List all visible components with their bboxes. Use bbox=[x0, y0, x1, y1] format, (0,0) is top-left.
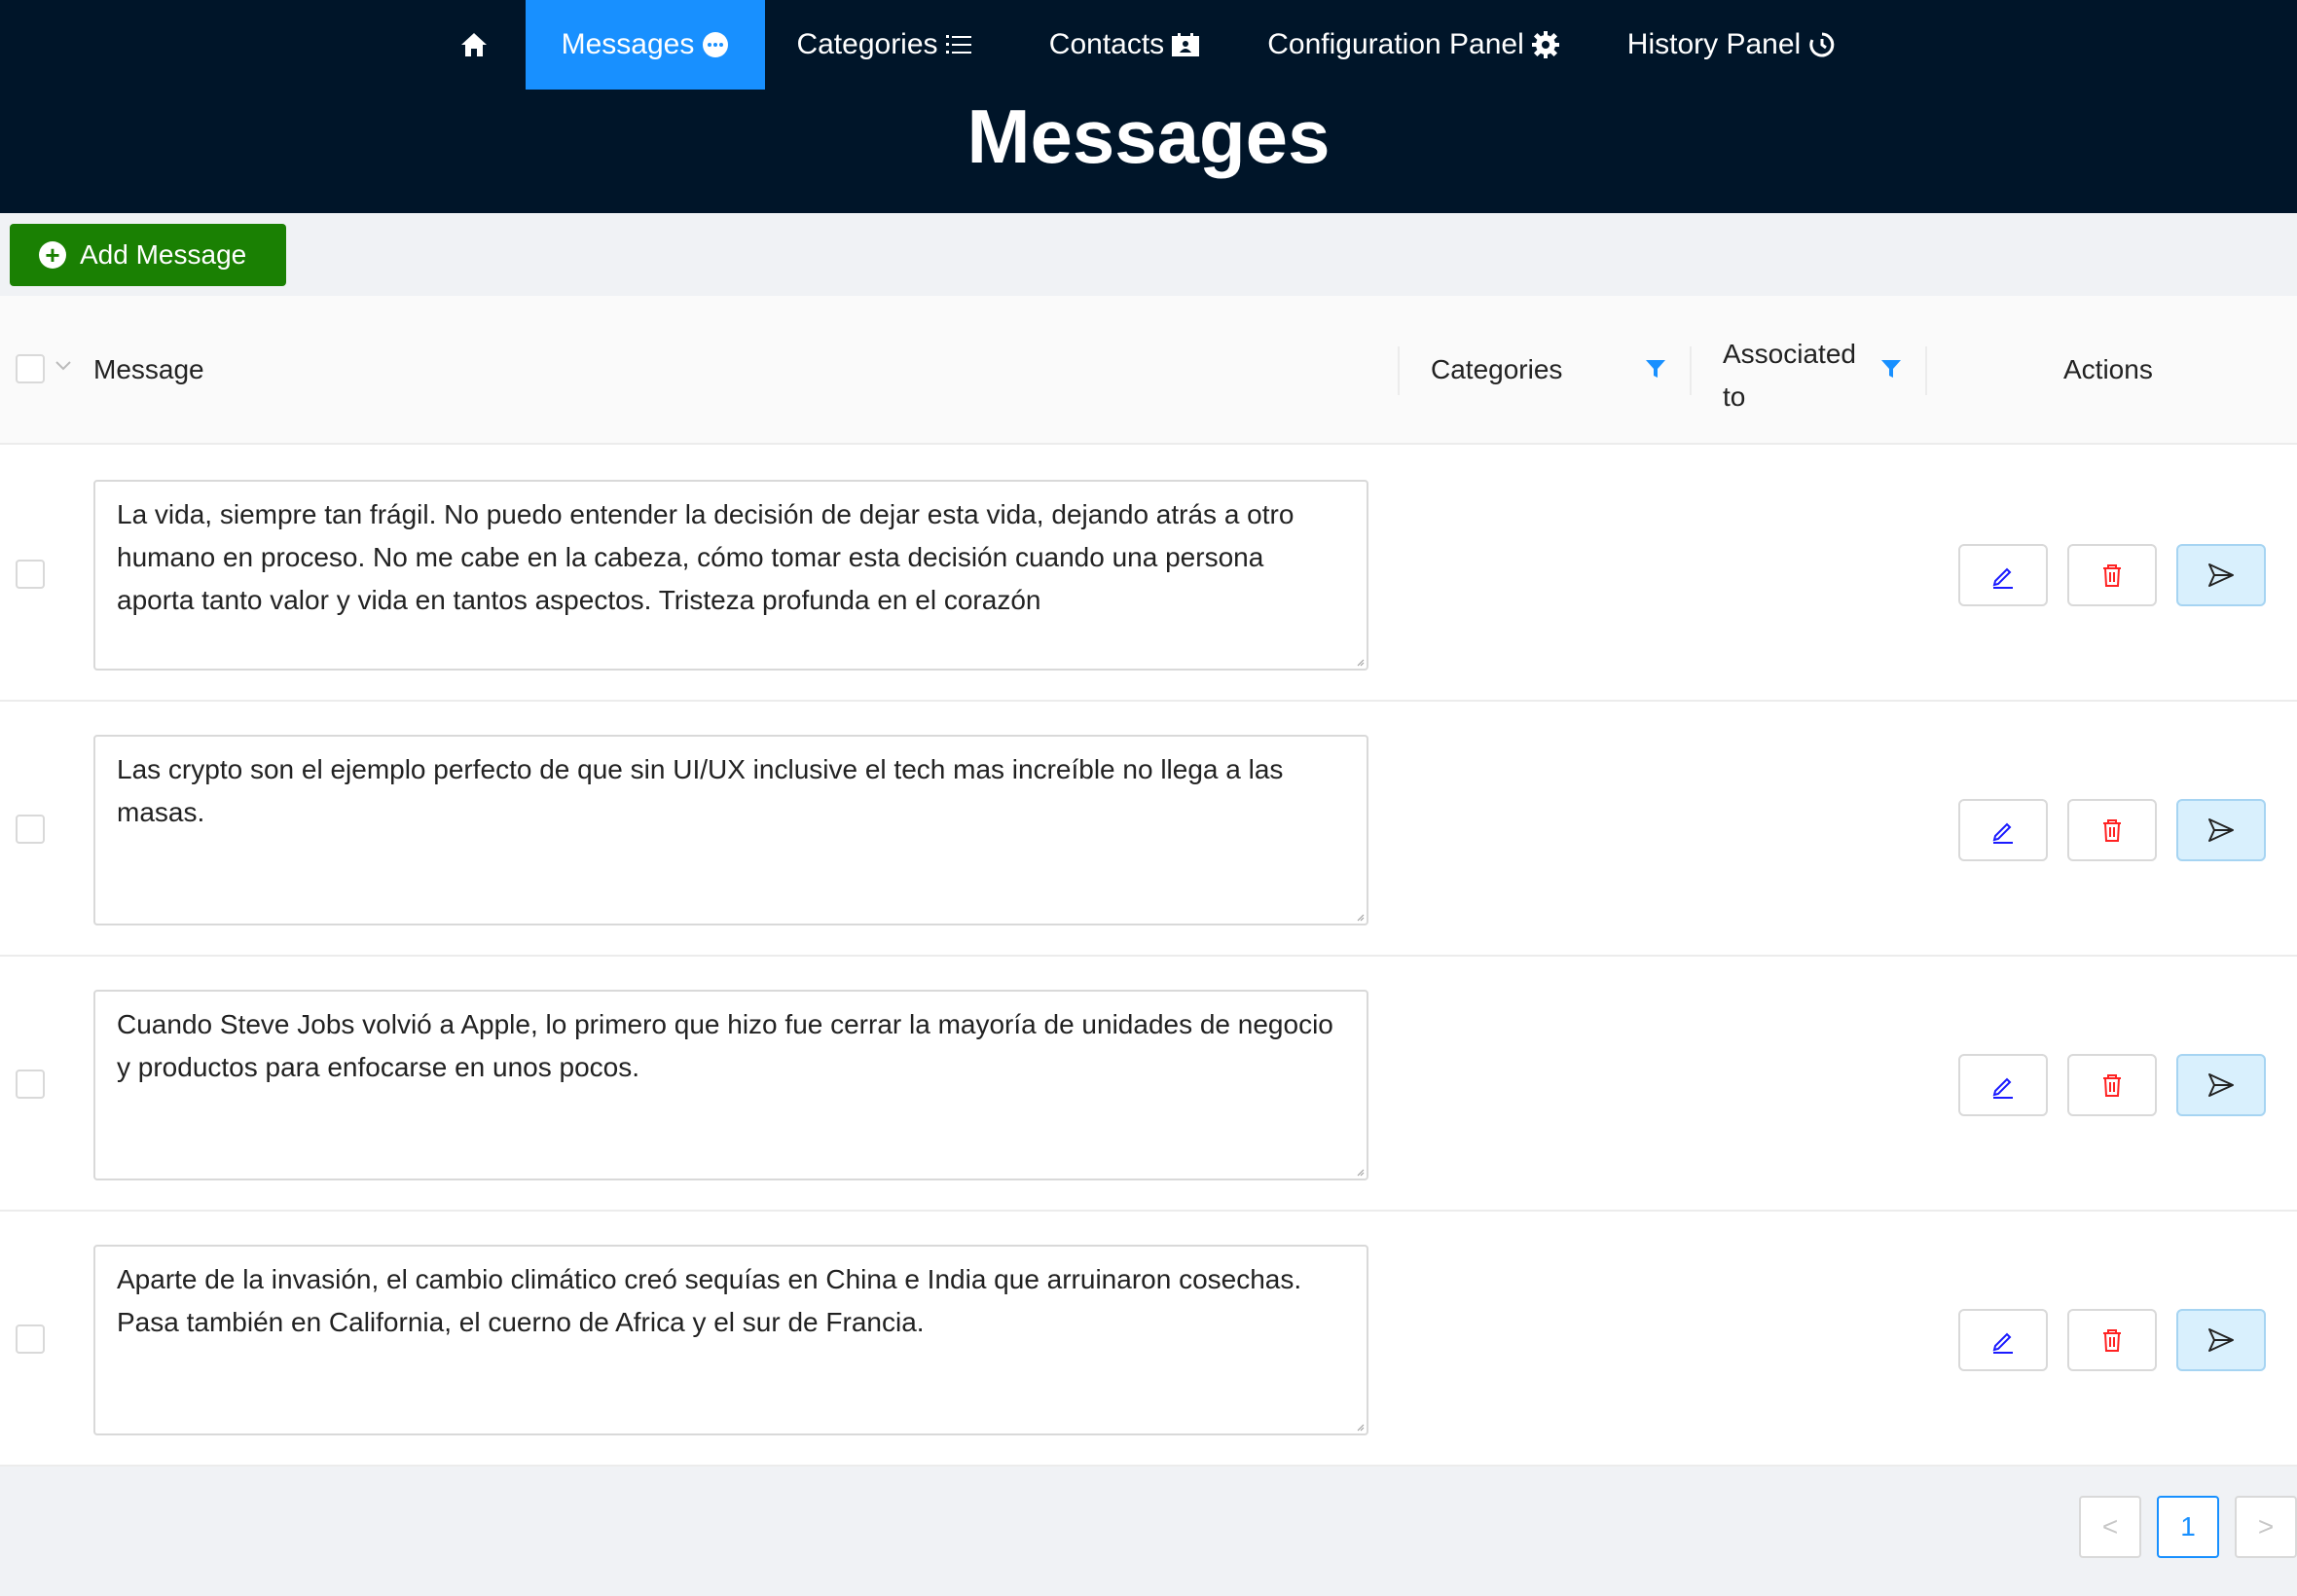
trash-icon bbox=[2103, 564, 2121, 587]
resize-handle-icon[interactable] bbox=[1355, 912, 1365, 922]
table-row: Aparte de la invasión, el cambio climáti… bbox=[0, 1212, 2297, 1467]
associated-filter-icon[interactable] bbox=[1880, 358, 1902, 380]
pencil-icon bbox=[1992, 1332, 2013, 1354]
categories-filter-icon[interactable] bbox=[1645, 358, 1666, 380]
contact-card-icon bbox=[1172, 33, 1200, 56]
nav-contacts[interactable]: Contacts bbox=[1036, 0, 1213, 90]
table-header: Message Categories Associated to Actions bbox=[0, 296, 2297, 445]
send-arrow-icon bbox=[2208, 818, 2234, 842]
header-divider bbox=[1398, 346, 1400, 395]
table-row: Cuando Steve Jobs volvió a Apple, lo pri… bbox=[0, 957, 2297, 1212]
chat-bubble-icon bbox=[702, 31, 729, 58]
top-navigation: Messages Categories Contacts Configurati… bbox=[0, 0, 2297, 90]
resize-handle-icon[interactable] bbox=[1355, 1167, 1365, 1177]
message-textarea[interactable]: Aparte de la invasión, el cambio climáti… bbox=[93, 1245, 1368, 1435]
header-associated-to: Associated to bbox=[1723, 333, 1856, 418]
home-icon bbox=[460, 32, 488, 57]
page-title: Messages bbox=[966, 93, 1331, 179]
row-checkbox[interactable] bbox=[16, 815, 45, 844]
nav-history-panel[interactable]: History Panel bbox=[1623, 0, 1840, 90]
pagination-prev-button[interactable]: < bbox=[2079, 1496, 2141, 1558]
send-button[interactable] bbox=[2176, 1054, 2266, 1116]
message-text: La vida, siempre tan frágil. No puedo en… bbox=[117, 499, 1294, 615]
pencil-icon bbox=[1992, 1077, 2013, 1099]
gear-icon bbox=[1531, 31, 1559, 58]
header-message: Message bbox=[93, 354, 204, 384]
send-button[interactable] bbox=[2176, 1309, 2266, 1371]
row-checkbox[interactable] bbox=[16, 560, 45, 589]
row-checkbox[interactable] bbox=[16, 1324, 45, 1354]
nav-messages-label: Messages bbox=[561, 28, 695, 60]
nav-history-label: History Panel bbox=[1626, 28, 1802, 60]
nav-messages[interactable]: Messages bbox=[526, 0, 765, 90]
nav-home[interactable] bbox=[440, 0, 508, 90]
pencil-icon bbox=[1992, 567, 2013, 589]
trash-icon bbox=[2103, 819, 2121, 842]
nav-configuration-panel[interactable]: Configuration Panel bbox=[1267, 0, 1559, 90]
history-clock-icon bbox=[1808, 31, 1836, 58]
add-message-button[interactable]: + Add Message bbox=[10, 224, 286, 286]
message-textarea[interactable]: Las crypto son el ejemplo perfecto de qu… bbox=[93, 735, 1368, 925]
table-row: Las crypto son el ejemplo perfecto de qu… bbox=[0, 702, 2297, 957]
delete-button[interactable] bbox=[2067, 799, 2157, 861]
header-associated-line1: Associated bbox=[1723, 339, 1856, 369]
app-header: Messages Categories Contacts Configurati… bbox=[0, 0, 2297, 213]
nav-categories[interactable]: Categories bbox=[786, 0, 981, 90]
resize-handle-icon[interactable] bbox=[1355, 657, 1365, 667]
nav-categories-label: Categories bbox=[796, 28, 938, 60]
list-icon bbox=[945, 33, 971, 56]
select-all-checkbox[interactable] bbox=[16, 354, 45, 383]
message-textarea[interactable]: Cuando Steve Jobs volvió a Apple, lo pri… bbox=[93, 990, 1368, 1180]
header-actions: Actions bbox=[2063, 354, 2153, 384]
send-arrow-icon bbox=[2208, 1073, 2234, 1097]
pagination-page-1[interactable]: 1 bbox=[2157, 1496, 2219, 1558]
chevron-left-icon: < bbox=[2101, 1511, 2119, 1542]
delete-button[interactable] bbox=[2067, 1309, 2157, 1371]
send-arrow-icon bbox=[2208, 563, 2234, 587]
pagination-next-button[interactable]: > bbox=[2235, 1496, 2297, 1558]
chevron-right-icon: > bbox=[2257, 1511, 2275, 1542]
pagination-page-label: 1 bbox=[2180, 1511, 2196, 1542]
send-arrow-icon bbox=[2208, 1328, 2234, 1352]
edit-button[interactable] bbox=[1958, 1054, 2048, 1116]
header-divider bbox=[1690, 346, 1692, 395]
resize-handle-icon[interactable] bbox=[1355, 1422, 1365, 1432]
message-text: Cuando Steve Jobs volvió a Apple, lo pri… bbox=[117, 1009, 1333, 1082]
select-dropdown-chevron-icon[interactable] bbox=[55, 358, 72, 377]
message-textarea[interactable]: La vida, siempre tan frágil. No puedo en… bbox=[93, 480, 1368, 671]
header-divider bbox=[1925, 346, 1927, 395]
message-text: Las crypto son el ejemplo perfecto de qu… bbox=[117, 754, 1284, 827]
trash-icon bbox=[2103, 1329, 2121, 1352]
nav-configuration-label: Configuration Panel bbox=[1267, 28, 1524, 60]
header-associated-line2: to bbox=[1723, 381, 1746, 412]
send-button[interactable] bbox=[2176, 799, 2266, 861]
edit-button[interactable] bbox=[1958, 1309, 2048, 1371]
edit-button[interactable] bbox=[1958, 544, 2048, 606]
row-checkbox[interactable] bbox=[16, 1070, 45, 1099]
pencil-icon bbox=[1992, 822, 2013, 844]
delete-button[interactable] bbox=[2067, 544, 2157, 606]
message-text: Aparte de la invasión, el cambio climáti… bbox=[117, 1264, 1302, 1337]
send-button[interactable] bbox=[2176, 544, 2266, 606]
trash-icon bbox=[2103, 1074, 2121, 1097]
add-message-label: Add Message bbox=[80, 239, 247, 270]
delete-button[interactable] bbox=[2067, 1054, 2157, 1116]
nav-contacts-label: Contacts bbox=[1048, 28, 1165, 60]
edit-button[interactable] bbox=[1958, 799, 2048, 861]
messages-table: Message Categories Associated to Actions… bbox=[0, 296, 2297, 1467]
header-categories: Categories bbox=[1431, 354, 1563, 384]
plus-circle-icon: + bbox=[39, 241, 66, 269]
table-row: La vida, siempre tan frágil. No puedo en… bbox=[0, 447, 2297, 702]
